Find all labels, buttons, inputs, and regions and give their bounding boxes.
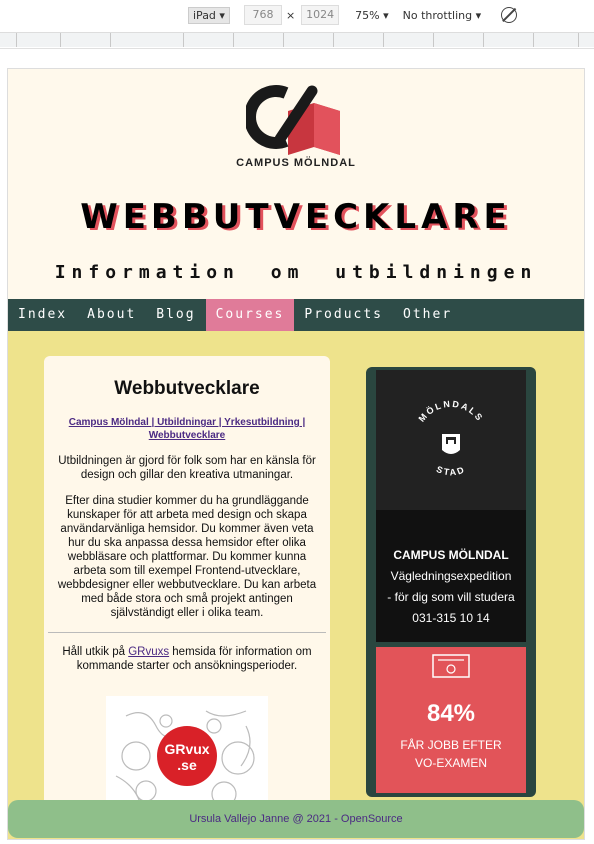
device-toolbar: iPad ▾ 768 × 1024 75% ▾ No throttling ▾ [188,4,518,26]
content-heading: Webbutvecklare [114,378,260,399]
molndals-stad-box: MÖLNDALS STAD [376,370,526,510]
rotate-disabled-icon[interactable] [501,7,518,23]
throttling-label: No throttling [402,8,473,22]
molndals-stad-logo: MÖLNDALS STAD [417,399,486,478]
nav-item-blog[interactable]: Blog [146,299,205,331]
stad-logo-bottom: STAD [435,464,465,478]
footer-text: Ursula Vallejo Janne @ 2021 - OpenSource [189,813,403,825]
diploma-icon [432,654,470,678]
body-paragraph: Efter dina studier kommer du ha grundläg… [57,495,317,619]
throttling-select[interactable]: No throttling ▾ [403,9,481,22]
svg-text:STAD: STAD [435,464,467,478]
campus-molndal-logo [246,85,340,155]
vagledning-line: Vägledningsexpedition [390,569,512,583]
site-header: CAMPUS MÖLNDAL WEBBUTVECKLARE Informatio… [8,69,584,299]
zoom-label: 75% [355,8,380,22]
grvux-logo-line2: .se [177,757,197,773]
grvux-text-before: Håll utkik på [62,646,129,658]
intro-paragraph: Utbildningen är gjord för folk som har e… [58,455,316,481]
chevron-down-icon: ▾ [383,8,389,22]
chevron-down-icon: ▾ [475,8,482,22]
nav-item-about[interactable]: About [77,299,146,331]
logo-text: CAMPUS MÖLNDAL [236,157,356,169]
page-viewport: CAMPUS MÖLNDAL WEBBUTVECKLARE Informatio… [7,68,585,840]
main-nav: Index About Blog Courses Products Other [8,299,584,331]
grvux-link[interactable]: GRvuxs [128,646,169,658]
times-label: × [285,8,296,22]
device-select[interactable]: iPad ▾ [188,6,230,24]
job-stat-box: 84% FÅR JOBB EFTER VO-EXAMEN [376,647,526,793]
stad-logo-top: MÖLNDALS [417,399,484,424]
grvux-logo[interactable]: GRvux .se [106,696,268,816]
nav-item-index[interactable]: Index [8,299,77,331]
grvux-paragraph: Håll utkik på GRvuxs hemsida för informa… [54,645,320,673]
svg-text:MÖLNDALS: MÖLNDALS [417,399,486,424]
grvux-logo-line1: GRvux [164,741,209,757]
job-stat-line1: FÅR JOBB EFTER [400,738,502,752]
breadcrumb[interactable]: Campus Mölndal | Utbildningar | Yrkesutb… [44,416,330,442]
chevron-down-icon: ▾ [219,8,225,22]
nav-item-other[interactable]: Other [393,299,462,331]
phone-number: 031-315 10 14 [412,611,490,625]
nav-item-courses[interactable]: Courses [205,299,295,331]
page-title: WEBBUTVECKLARE [80,197,512,237]
content-card: Webbutvecklare Campus Mölndal | Utbildni… [44,356,330,816]
sidebar-banner[interactable]: MÖLNDALS STAD CAMPUS MÖLNDAL Väglednings… [366,367,536,797]
divider [48,632,326,633]
width-input[interactable]: 768 [243,5,282,25]
height-input[interactable]: 1024 [301,5,340,25]
vagledning-box: CAMPUS MÖLNDAL Vägledningsexpedition - f… [376,510,526,642]
devtools-toolbar: iPad ▾ 768 × 1024 75% ▾ No throttling ▾ [0,0,594,49]
studera-line: - för dig som vill studera [387,590,515,604]
media-query-ruler [0,32,594,47]
nav-item-products[interactable]: Products [294,299,393,331]
campus-title: CAMPUS MÖLNDAL [393,548,509,562]
page-subtitle: Information om utbildningen [54,262,538,283]
device-label: iPad [193,8,216,22]
job-stat-line2: VO-EXAMEN [414,756,487,770]
zoom-select[interactable]: 75% ▾ [355,9,388,22]
job-percent: 84% [426,700,476,727]
site-footer: Ursula Vallejo Janne @ 2021 - OpenSource [8,800,584,838]
